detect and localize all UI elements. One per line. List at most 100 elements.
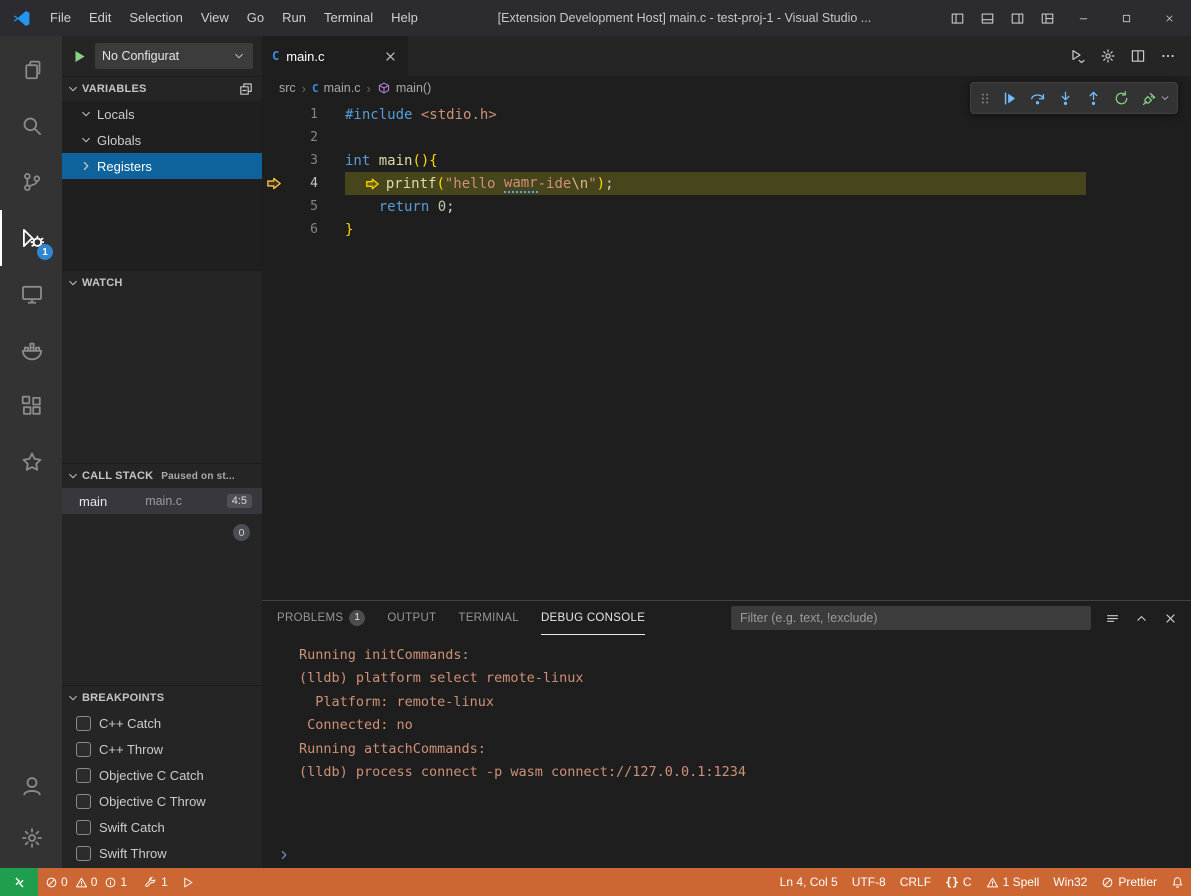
call-stack-frame[interactable]: mainmain.c4:5: [62, 488, 262, 514]
activity-explorer[interactable]: [0, 42, 62, 98]
breakpoint-row-c-catch[interactable]: C++ Catch: [62, 710, 262, 736]
menu-file[interactable]: File: [41, 0, 80, 36]
panel-tab-debug-console[interactable]: DEBUG CONSOLE: [541, 601, 645, 635]
close-button[interactable]: [1148, 0, 1191, 36]
split-editor-button[interactable]: [1125, 43, 1151, 69]
cursor-position[interactable]: Ln 4, Col 5: [773, 868, 845, 896]
debug-config-bar: No Configurat: [62, 36, 262, 76]
activity-accounts[interactable]: [0, 760, 62, 812]
breakpoint-checkbox[interactable]: [76, 768, 91, 783]
code-text[interactable]: int main(){: [345, 149, 438, 172]
more-actions-button[interactable]: [1155, 43, 1181, 69]
code-editor[interactable]: 1#include <stdio.h>23int main(){4 printf…: [262, 100, 1191, 600]
panel-tab-problems[interactable]: PROBLEMS1: [277, 601, 365, 635]
activity-source-control[interactable]: [0, 154, 62, 210]
panel-actions: [1101, 607, 1181, 629]
menu-terminal[interactable]: Terminal: [315, 0, 382, 36]
panel-tab-output[interactable]: OUTPUT: [387, 601, 436, 635]
menu-help[interactable]: Help: [382, 0, 427, 36]
run-or-debug-button[interactable]: [1065, 43, 1091, 69]
breakpoint-row-objective-c-throw[interactable]: Objective C Throw: [62, 788, 262, 814]
breakpoint-row-c-throw[interactable]: C++ Throw: [62, 736, 262, 762]
editor-group: C main.c src›Cmain.c›main() 1#include <s…: [262, 36, 1191, 868]
toggle-secondary-sidebar-button[interactable]: [1002, 2, 1032, 34]
eol-status[interactable]: CRLF: [893, 868, 938, 896]
code-text[interactable]: #include <stdio.h>: [345, 103, 497, 126]
panel-tab-terminal[interactable]: TERMINAL: [458, 601, 519, 635]
notifications-status[interactable]: [1164, 868, 1191, 896]
breakpoint-checkbox[interactable]: [76, 820, 91, 835]
drag-grip-icon[interactable]: [978, 91, 992, 106]
breakpoint-checkbox[interactable]: [76, 846, 91, 861]
encoding-status[interactable]: UTF-8: [845, 868, 893, 896]
menu-run[interactable]: Run: [273, 0, 315, 36]
configure-button[interactable]: [1095, 43, 1121, 69]
language-mode[interactable]: {} C: [938, 868, 979, 896]
continue-button[interactable]: [995, 84, 1023, 112]
watch-pane-header[interactable]: WATCH: [62, 271, 262, 295]
formatter-status[interactable]: Prettier: [1094, 868, 1164, 896]
code-text[interactable]: return 0;: [345, 195, 455, 218]
activity-settings[interactable]: [0, 812, 62, 864]
breakpoint-row-objective-c-catch[interactable]: Objective C Catch: [62, 762, 262, 788]
chevron-down-icon: [66, 276, 80, 290]
menu-selection[interactable]: Selection: [120, 0, 191, 36]
breakpoint-row-swift-throw[interactable]: Swift Throw: [62, 840, 262, 866]
breadcrumb-separator: ›: [302, 81, 306, 96]
code-text[interactable]: printf("hello wamr-ide\n");: [345, 172, 1086, 195]
window-title: [Extension Development Host] main.c - te…: [427, 11, 942, 25]
variables-row-registers[interactable]: Registers: [62, 153, 262, 179]
debug-console-input[interactable]: [262, 842, 1191, 868]
variables-row-locals[interactable]: Locals: [62, 101, 262, 127]
step-into-button[interactable]: [1051, 84, 1079, 112]
minimize-button[interactable]: [1062, 0, 1105, 36]
breadcrumb-main[interactable]: main(): [377, 81, 431, 95]
customize-layout-button[interactable]: [1032, 2, 1062, 34]
spell-checker-status[interactable]: 1 Spell: [979, 868, 1047, 896]
gutter-breakpoint-area[interactable]: [262, 175, 286, 192]
step-over-button[interactable]: [1023, 84, 1051, 112]
breakpoints-pane-header[interactable]: BREAKPOINTS: [62, 686, 262, 710]
problems-status[interactable]: 0 0 1: [38, 868, 137, 896]
activity-favorites[interactable]: [0, 434, 62, 490]
menu-view[interactable]: View: [192, 0, 238, 36]
breakpoint-checkbox[interactable]: [76, 794, 91, 809]
toolchain-status[interactable]: 1: [137, 868, 175, 896]
platform-status[interactable]: Win32: [1046, 868, 1094, 896]
breadcrumb-main-c[interactable]: Cmain.c: [312, 81, 360, 95]
debug-config-dropdown[interactable]: No Configurat: [95, 43, 253, 69]
tab-main-c[interactable]: C main.c: [262, 36, 408, 76]
activity-remote-explorer[interactable]: [0, 266, 62, 322]
code-text[interactable]: }: [345, 218, 353, 241]
account-icon: [20, 774, 44, 798]
console-filter-input[interactable]: [731, 606, 1091, 630]
step-out-button[interactable]: [1079, 84, 1107, 112]
chevron-down-icon[interactable]: [1159, 92, 1171, 104]
variables-pane-header[interactable]: VARIABLES: [62, 77, 262, 101]
close-tab-icon[interactable]: [383, 49, 398, 64]
activity-docker[interactable]: [0, 322, 62, 378]
maximize-button[interactable]: [1105, 0, 1148, 36]
maximize-panel-icon[interactable]: [1134, 611, 1149, 626]
line-number: 1: [286, 107, 318, 122]
start-debugging-icon[interactable]: [71, 48, 88, 65]
restart-button[interactable]: [1107, 84, 1135, 112]
activity-search[interactable]: [0, 98, 62, 154]
activity-extensions[interactable]: [0, 378, 62, 434]
call-stack-pane-header[interactable]: CALL STACK Paused on st...: [62, 464, 262, 488]
breadcrumb-src[interactable]: src: [279, 81, 296, 95]
menu-go[interactable]: Go: [238, 0, 273, 36]
breakpoint-checkbox[interactable]: [76, 716, 91, 731]
remote-indicator[interactable]: [0, 868, 38, 896]
breakpoint-row-swift-catch[interactable]: Swift Catch: [62, 814, 262, 840]
breakpoint-checkbox[interactable]: [76, 742, 91, 757]
toggle-sidebar-button[interactable]: [942, 2, 972, 34]
toggle-panel-button[interactable]: [972, 2, 1002, 34]
output-options-icon[interactable]: [1105, 611, 1120, 626]
activity-run-and-debug[interactable]: 1: [0, 210, 62, 266]
menu-edit[interactable]: Edit: [80, 0, 120, 36]
debug-launch-status[interactable]: [175, 868, 202, 896]
close-panel-icon[interactable]: [1163, 611, 1178, 626]
variables-row-globals[interactable]: Globals: [62, 127, 262, 153]
collapse-all-icon[interactable]: [238, 81, 254, 97]
